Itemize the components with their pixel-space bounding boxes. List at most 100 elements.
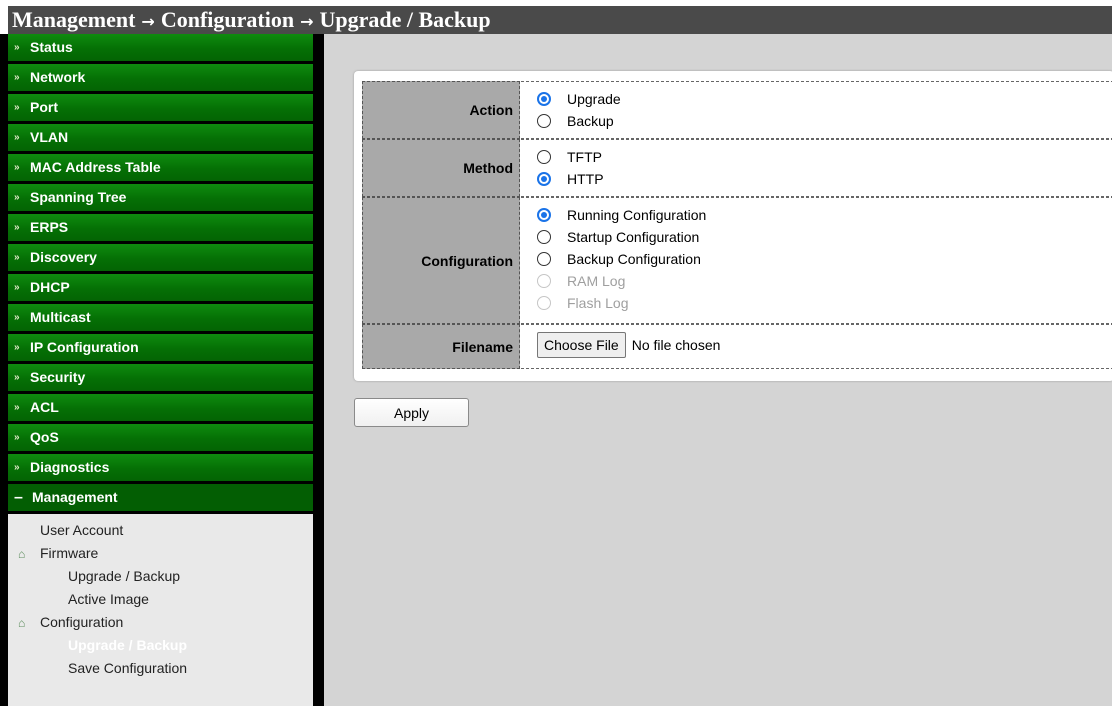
radio-startup-configuration[interactable]: Startup Configuration <box>537 226 1112 248</box>
sidebar-item-label: DHCP <box>30 279 70 295</box>
method-row: Method TFTP HTTP <box>362 139 1112 197</box>
configuration-label: Configuration <box>362 197 520 324</box>
radio-label: RAM Log <box>567 273 626 289</box>
sidebar-item-ip-configuration[interactable]: » IP Configuration <box>8 334 313 361</box>
radio-unselected-icon[interactable] <box>537 114 551 128</box>
double-chevron-icon: » <box>14 102 20 113</box>
radio-action-upgrade[interactable]: Upgrade <box>537 88 1112 110</box>
radio-label: Flash Log <box>567 295 629 311</box>
breadcrumb-item-management[interactable]: Management <box>12 7 135 32</box>
submenu-item-firmware-upgrade-backup[interactable]: Upgrade / Backup <box>8 565 313 588</box>
main-content: Action Upgrade Backup Method TFTP HTTP C… <box>324 34 1112 706</box>
radio-label: Startup Configuration <box>567 229 700 245</box>
radio-unselected-icon[interactable] <box>537 252 551 266</box>
double-chevron-icon: » <box>14 432 20 443</box>
double-chevron-icon: » <box>14 462 20 473</box>
management-submenu: User Account ⌂ Firmware Upgrade / Backup … <box>8 514 313 706</box>
submenu-group-configuration[interactable]: ⌂ Configuration <box>8 611 313 634</box>
sidebar-item-dhcp[interactable]: » DHCP <box>8 274 313 301</box>
arrow-right-icon: → <box>300 12 314 31</box>
radio-label: Running Configuration <box>567 207 707 223</box>
radio-selected-icon[interactable] <box>537 92 551 106</box>
double-chevron-icon: » <box>14 132 20 143</box>
double-chevron-icon: » <box>14 342 20 353</box>
sidebar-item-label: Port <box>30 99 58 115</box>
radio-method-tftp[interactable]: TFTP <box>537 146 1112 168</box>
sidebar-item-label: Management <box>32 489 118 505</box>
apply-button[interactable]: Apply <box>354 398 469 427</box>
radio-selected-icon[interactable] <box>537 208 551 222</box>
file-input[interactable]: Choose File No file chosen <box>537 330 877 360</box>
sidebar-item-diagnostics[interactable]: » Diagnostics <box>8 454 313 481</box>
collapse-icon: – <box>14 489 23 506</box>
radio-unselected-icon[interactable] <box>537 230 551 244</box>
sidebar-item-port[interactable]: » Port <box>8 94 313 121</box>
sidebar-item-network[interactable]: » Network <box>8 64 313 91</box>
radio-label: Backup Configuration <box>567 251 701 267</box>
double-chevron-icon: » <box>14 222 20 233</box>
sidebar-item-label: QoS <box>30 429 59 445</box>
radio-running-configuration[interactable]: Running Configuration <box>537 204 1112 226</box>
sidebar-item-security[interactable]: » Security <box>8 364 313 391</box>
sidebar-item-label: Spanning Tree <box>30 189 127 205</box>
upgrade-backup-form: Action Upgrade Backup Method TFTP HTTP C… <box>354 71 1112 381</box>
file-status-text: No file chosen <box>631 337 721 353</box>
sidebar-item-multicast[interactable]: » Multicast <box>8 304 313 331</box>
action-options: Upgrade Backup <box>521 81 1112 139</box>
double-chevron-icon: » <box>14 312 20 323</box>
sidebar-item-label: Diagnostics <box>30 459 110 475</box>
sidebar-item-label: IP Configuration <box>30 339 139 355</box>
sidebar-item-discovery[interactable]: » Discovery <box>8 244 313 271</box>
sidebar-item-spanning-tree[interactable]: » Spanning Tree <box>8 184 313 211</box>
header: Management → Configuration → Upgrade / Backu… <box>0 0 1112 34</box>
radio-action-backup[interactable]: Backup <box>537 110 1112 132</box>
action-row: Action Upgrade Backup <box>362 81 1112 139</box>
arrow-right-icon: → <box>141 12 155 31</box>
sidebar-item-mac-address-table[interactable]: » MAC Address Table <box>8 154 313 181</box>
filename-label: Filename <box>362 324 520 369</box>
filename-value: Choose File No file chosen <box>521 324 1112 369</box>
sidebar-item-label: MAC Address Table <box>30 159 161 175</box>
radio-unselected-icon[interactable] <box>537 150 551 164</box>
submenu-item-config-upgrade-backup[interactable]: Upgrade / Backup <box>8 634 313 657</box>
sidebar-item-label: VLAN <box>30 129 69 145</box>
sidebar[interactable]: » Status » Network » Port » VLAN » MAC Addres… <box>8 34 313 706</box>
folder-home-icon: ⌂ <box>18 547 26 561</box>
sidebar-item-status[interactable]: » Status <box>8 34 313 61</box>
radio-ram-log: RAM Log <box>537 270 1112 292</box>
sidebar-item-qos[interactable]: » QoS <box>8 424 313 451</box>
radio-method-http[interactable]: HTTP <box>537 168 1112 190</box>
sidebar-item-label: Network <box>30 69 86 85</box>
sidebar-item-label: Multicast <box>30 309 91 325</box>
sidebar-item-erps[interactable]: » ERPS <box>8 214 313 241</box>
sidebar-item-label: ERPS <box>30 219 69 235</box>
method-label: Method <box>362 139 520 197</box>
submenu-item-user-account[interactable]: User Account <box>8 519 313 542</box>
action-label: Action <box>362 81 520 139</box>
sidebar-item-label: Status <box>30 39 73 55</box>
radio-label: HTTP <box>567 171 604 187</box>
sidebar-item-management[interactable]: – Management <box>8 484 313 511</box>
double-chevron-icon: » <box>14 192 20 203</box>
radio-label: TFTP <box>567 149 602 165</box>
double-chevron-icon: » <box>14 72 20 83</box>
radio-disabled-icon <box>537 274 551 288</box>
sidebar-item-label: Discovery <box>30 249 97 265</box>
breadcrumb-item-configuration[interactable]: Configuration <box>161 7 294 32</box>
sidebar-item-acl[interactable]: » ACL <box>8 394 313 421</box>
submenu-item-active-image[interactable]: Active Image <box>8 588 313 611</box>
filename-row: Filename Choose File No file chosen <box>362 324 1112 369</box>
method-options: TFTP HTTP <box>521 139 1112 197</box>
double-chevron-icon: » <box>14 162 20 173</box>
configuration-row: Configuration Running Configuration Star… <box>362 197 1112 324</box>
sidebar-item-vlan[interactable]: » VLAN <box>8 124 313 151</box>
radio-selected-icon[interactable] <box>537 172 551 186</box>
submenu-group-label: Configuration <box>40 614 124 630</box>
radio-backup-configuration[interactable]: Backup Configuration <box>537 248 1112 270</box>
radio-label: Backup <box>567 113 614 129</box>
double-chevron-icon: » <box>14 42 20 53</box>
sidebar-item-label: ACL <box>30 399 59 415</box>
submenu-item-save-configuration[interactable]: Save Configuration <box>8 657 313 680</box>
choose-file-button[interactable]: Choose File <box>537 332 626 358</box>
submenu-group-firmware[interactable]: ⌂ Firmware <box>8 542 313 565</box>
